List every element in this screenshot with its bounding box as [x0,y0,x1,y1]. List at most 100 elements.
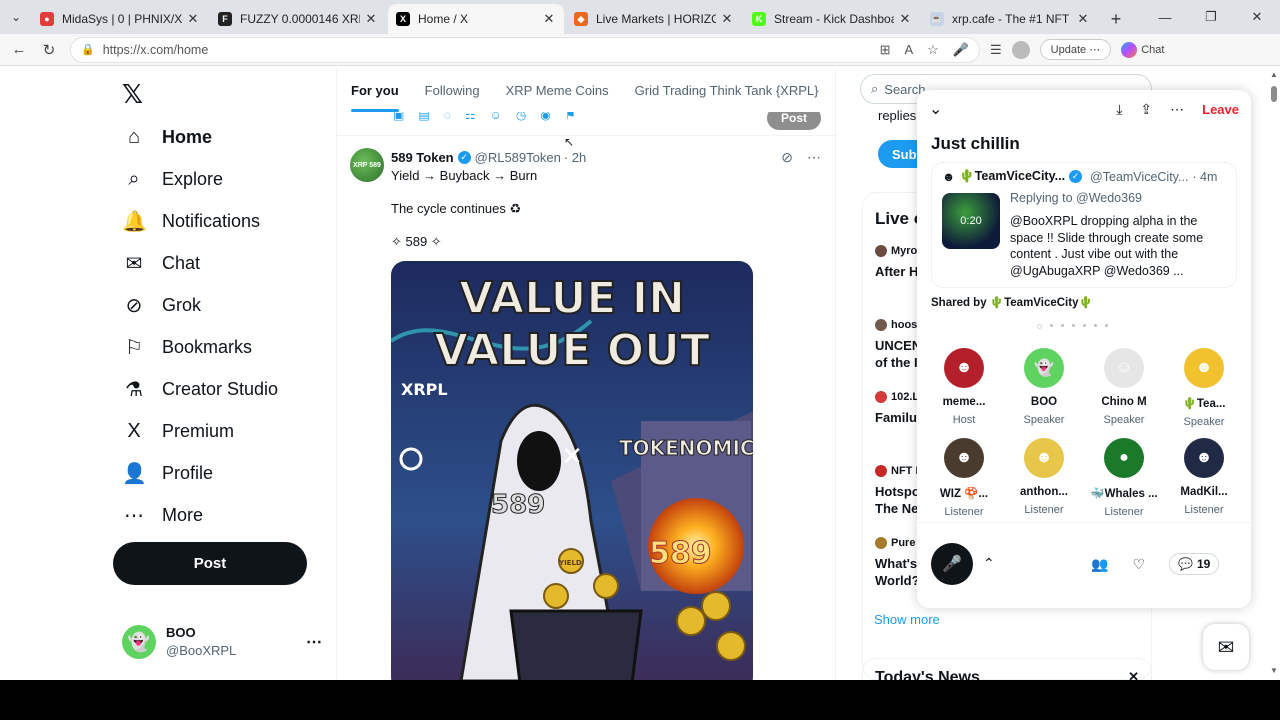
tab-close-icon[interactable]: ✕ [364,11,378,27]
minimize-icon[interactable]: — [1142,10,1188,25]
back-arrow-icon[interactable]: ← [4,41,34,58]
post-button[interactable]: Post [113,542,307,585]
carousel-dot[interactable] [1050,324,1053,327]
space-header: ⌄ ⤓ ⇪ ⋯ Leave [917,90,1251,128]
favorites-icon[interactable]: ☰ [990,42,1002,58]
carousel-dot[interactable] [1072,324,1075,327]
tab-grid-trading[interactable]: Grid Trading Think Tank {XRPL} [635,68,819,112]
more-dots-icon[interactable]: ⋯ [306,632,322,652]
messages-drawer-button[interactable]: ✉ [1203,624,1249,670]
carousel-dot[interactable] [1083,324,1086,327]
update-button[interactable]: Update ⋯ [1039,39,1112,60]
participant[interactable]: ● 🐳Whales ... Listener [1084,438,1164,518]
tweet-author-handle[interactable]: @RL589Token [475,150,561,165]
share-icon[interactable]: ⇪ [1140,101,1152,118]
shared-post-card[interactable]: ☻ 🌵TeamViceCity... ✓ @TeamViceCity... · … [931,162,1237,288]
browser-tab[interactable]: ◆ Live Markets | HORIZON — X ✕ [566,4,742,34]
browser-tab-bar: ⌄ ● MidaSys | 0 | PHNIX/XRP ✕ F FUZZY 0.0000… [0,0,1280,34]
tweet-avatar[interactable]: XRP 589 [350,148,384,182]
scrollbar-thumb[interactable] [1271,86,1277,102]
x-logo-icon: X [127,419,141,442]
close-window-icon[interactable]: ✕ [1234,9,1280,25]
participant[interactable]: ☻ WIZ 🍄... Listener [924,438,1004,518]
more-dots-icon[interactable]: ⋯ [1170,101,1184,118]
x-logo-icon[interactable]: 𝕏 [122,80,143,110]
collapse-chevron-icon[interactable]: ⌄ [929,99,942,119]
comments-button[interactable]: 💬 19 [1169,553,1220,575]
url-input[interactable]: 🔒 https://x.com/home ⊞ A ☆ 🎤 [70,36,980,63]
nav-item-bookmarks[interactable]: ⚐ Bookmarks [122,326,252,368]
nav-item-more[interactable]: ⋯ More [122,494,203,536]
participant[interactable]: ☻ anthon... Listener [1004,438,1084,516]
browser-tab[interactable]: X Home / X ✕ [388,4,564,34]
nav-item-creator-studio[interactable]: ⚗ Creator Studio [122,368,278,410]
carousel-dot[interactable] [1105,324,1108,327]
nav-item-chat[interactable]: ✉ Chat [122,242,200,284]
maximize-icon[interactable]: ❐ [1188,9,1234,25]
tweet-more-icon[interactable]: ⋯ [807,149,821,166]
carousel-dot[interactable] [1094,324,1097,327]
shared-post-handle: @TeamViceCity... [1090,169,1189,184]
people-icon[interactable]: 👥 [1091,556,1108,573]
premium-replies-text: replies [878,108,917,123]
heart-add-icon[interactable]: ♡ [1132,556,1145,573]
tab-for-you[interactable]: For you [351,68,399,112]
grok-explain-icon[interactable]: ⊘ [781,149,793,166]
participant[interactable]: ☻ MadKil... Listener [1164,438,1244,516]
timeline-column: ▣ ▤ ◌ ☷ ☺ ◷ ◉ ⚑ Post For you Following X… [336,68,836,680]
profile-avatar-icon[interactable] [1011,40,1030,59]
scroll-up-icon[interactable]: ▲ [1270,70,1278,79]
participant[interactable]: 👻 BOO Speaker [1004,348,1084,426]
participant-role: Speaker [1103,414,1145,426]
apps-icon[interactable]: ⊞ [880,42,891,58]
tweet-author-name[interactable]: 589 Token [391,150,454,165]
participant[interactable]: ☻ 🌵Tea... Speaker [1164,348,1244,428]
show-more-link[interactable]: Show more [874,612,940,627]
new-tab-plus-icon[interactable]: + [1100,4,1132,34]
tab-close-icon[interactable]: ✕ [1076,11,1090,27]
tab-close-icon[interactable]: ✕ [186,11,200,27]
leave-button[interactable]: Leave [1202,102,1239,117]
tab-close-icon[interactable]: ✕ [542,11,556,27]
nav-item-notifications[interactable]: 🔔 Notifications [122,200,260,242]
participant[interactable]: ☻ meme... Host [924,348,1004,426]
refresh-icon[interactable]: ↻ [34,41,64,59]
tweet-time[interactable]: · 2h [564,150,586,165]
minimize-space-icon[interactable]: ⤓ [1116,101,1122,118]
read-aloud-icon[interactable]: A [904,42,913,58]
mic-button[interactable]: 🎤 [931,543,973,585]
participant-name: 🌵Tea... [1182,398,1226,410]
favorite-star-icon[interactable]: ☆ [927,42,939,58]
lock-icon[interactable]: 🔒 [81,43,95,56]
tab-close-icon[interactable]: ✕ [898,11,912,27]
image-number-robe: 589 [491,490,545,520]
nav-item-profile[interactable]: 👤 Profile [122,452,213,494]
page-scrollbar[interactable]: ▲ ▼ [1268,68,1280,680]
participant[interactable]: ☺ Chino M Speaker [1084,348,1164,426]
tab-actions-chevron-icon[interactable]: ⌄ [0,0,32,34]
scroll-down-icon[interactable]: ▼ [1270,666,1278,675]
avatar: ☻ [944,348,984,388]
space-controls: 🎤 ⌃ 👥 ♡ 💬 19 [917,522,1251,608]
expand-chevron-icon[interactable]: ⌃ [983,555,995,572]
copilot-chat-button[interactable]: Chat [1121,41,1164,58]
carousel-dot[interactable] [1037,324,1042,329]
browser-tab[interactable]: ☕ xrp.cafe - The #1 NFT marke ✕ [922,4,1098,34]
nav-item-explore[interactable]: ⌕ Explore [122,158,223,200]
video-thumbnail[interactable]: 0:20 [942,193,1000,249]
browser-tab[interactable]: K Stream - Kick Dashboard ✕ [744,4,920,34]
nav-item-home[interactable]: ⌂ Home [122,116,212,158]
voice-mic-icon[interactable]: 🎤 [953,42,969,58]
tweet-image[interactable]: VALUE IN VALUE OUT XRPL ✕ TOKENOMICS 589… [391,261,753,680]
browser-tab[interactable]: ● MidaSys | 0 | PHNIX/XRP ✕ [32,4,208,34]
tab-xrp-meme-coins[interactable]: XRP Meme Coins [506,68,609,112]
shared-post-author[interactable]: 🌵TeamViceCity... [959,169,1065,184]
nav-item-premium[interactable]: X Premium [122,410,234,452]
account-switcher[interactable]: 👻 BOO @BooXRPL ⋯ [122,624,322,660]
tab-following[interactable]: Following [425,68,480,112]
participant-role: Listener [944,506,984,518]
browser-tab[interactable]: F FUZZY 0.0000146 XRP | First L ✕ [210,4,386,34]
nav-item-grok[interactable]: ⊘ Grok [122,284,201,326]
tab-close-icon[interactable]: ✕ [720,11,734,27]
carousel-dot[interactable] [1061,324,1064,327]
